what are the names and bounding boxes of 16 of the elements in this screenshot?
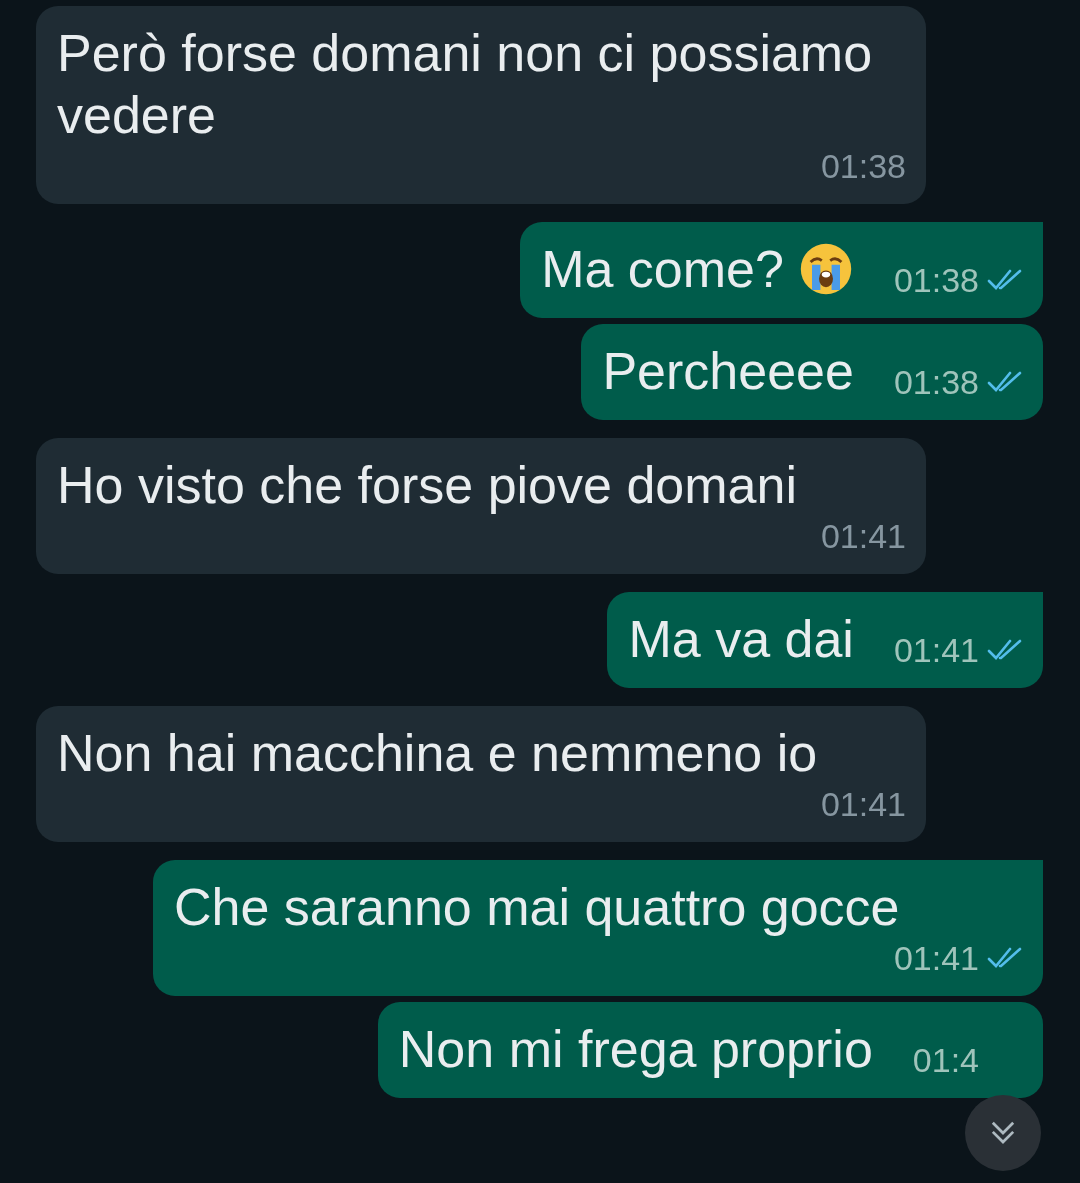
- message-text: Però forse domani non ci possiamo vedere: [57, 23, 874, 146]
- message-text: Ho visto che forse piove domani: [57, 455, 797, 516]
- message-text: Non mi frega proprio: [398, 1019, 873, 1080]
- message-time: 01:38: [893, 260, 979, 300]
- message-time: 01:4: [912, 1040, 979, 1080]
- message-text: Percheeee: [602, 341, 854, 402]
- message-text: Ma va dai: [628, 609, 854, 670]
- message-text: Ma come?: [541, 239, 784, 300]
- message-time: 01:41: [820, 516, 906, 556]
- message-text: Che saranno mai quattro gocce: [174, 877, 900, 938]
- message-time: 01:38: [893, 362, 979, 402]
- message-time: 01:41: [820, 784, 906, 824]
- message-time: 01:41: [893, 938, 979, 978]
- message-time: 01:41: [893, 630, 979, 670]
- message-time: 01:38: [820, 146, 906, 186]
- message-text: Non hai macchina e nemmeno io: [57, 723, 818, 784]
